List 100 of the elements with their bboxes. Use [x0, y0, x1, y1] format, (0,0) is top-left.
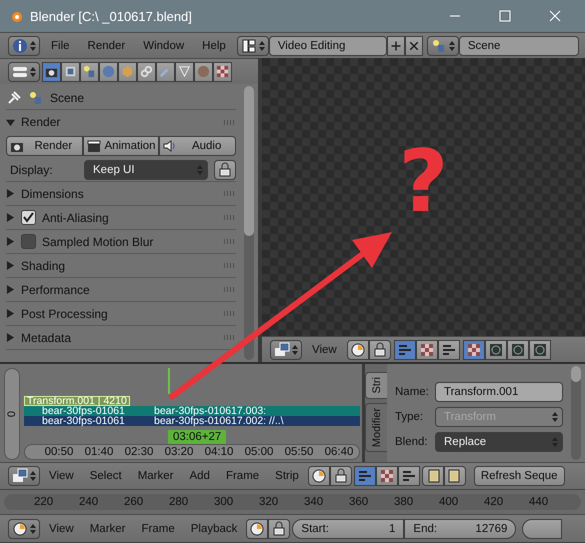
properties-tab[interactable]	[156, 62, 175, 82]
lock-button[interactable]	[214, 160, 236, 180]
properties-tab[interactable]	[175, 62, 194, 82]
movie-strip[interactable]: bear-30fps-01061 bear-30fps-010617.002: //..\	[24, 416, 360, 426]
scene-selector[interactable]	[426, 36, 459, 56]
sidebar-tab[interactable]: Modifier	[365, 402, 387, 452]
collapsed-triangle-icon[interactable]	[6, 285, 15, 294]
movie-strip[interactable]: bear-30fps-01061 bear-30fps-010617.003:	[24, 406, 360, 416]
collapsed-triangle-icon[interactable]	[6, 309, 15, 318]
add-layout-button[interactable]	[386, 36, 405, 56]
time-tick-label: 06:40	[324, 446, 354, 458]
frame-tick-label: 400	[439, 496, 460, 508]
frame-tick-label: 280	[169, 496, 190, 508]
view-mode-button[interactable]	[416, 340, 438, 360]
view-type-button[interactable]	[398, 466, 420, 486]
view-mode-button[interactable]	[438, 340, 460, 360]
scrollbar[interactable]	[571, 366, 581, 460]
menu-item[interactable]: Select	[82, 470, 129, 482]
properties-tab[interactable]	[42, 62, 61, 82]
view-type-button[interactable]	[376, 466, 398, 486]
objects-icon	[430, 38, 447, 54]
sidebar-tab[interactable]: Stri	[365, 372, 387, 398]
time-scrollbar[interactable]: 00:50 01:40 02:30 03:20 04:10 05:00 05:50 06:40	[24, 444, 360, 460]
menu-item[interactable]: Help	[195, 40, 233, 52]
copy-button[interactable]	[422, 466, 444, 486]
collapsed-triangle-icon[interactable]	[6, 213, 15, 222]
lock-button[interactable]	[268, 518, 290, 538]
lock-icon	[217, 162, 233, 178]
properties-tab[interactable]	[61, 62, 80, 82]
properties-tab[interactable]	[194, 62, 213, 82]
overlay-toggle[interactable]	[346, 340, 369, 360]
channel-number: 0	[6, 410, 18, 418]
updown-arrows-icon	[292, 344, 298, 356]
menu-item[interactable]: View	[42, 470, 81, 482]
properties-tab[interactable]	[137, 62, 156, 82]
name-input[interactable]: Transform.001	[435, 382, 563, 402]
refresh-sequencer-button[interactable]: Refresh Seque	[474, 466, 565, 486]
chain-icon	[139, 64, 154, 79]
properties-tab[interactable]	[213, 62, 232, 82]
start-frame-field[interactable]: Start: 1	[292, 518, 404, 538]
channel-scrollbar[interactable]: 0	[4, 368, 20, 460]
menu-item[interactable]: Window	[136, 40, 192, 52]
menu-item[interactable]: View	[305, 344, 344, 356]
collapsed-triangle-icon[interactable]	[6, 189, 15, 198]
dropdown[interactable]: Replace	[435, 432, 563, 452]
editor-type-selector[interactable]	[8, 466, 40, 486]
scrollbar[interactable]	[244, 86, 254, 360]
editor-type-selector[interactable]	[270, 340, 302, 360]
menu-item[interactable]: Add	[182, 470, 217, 482]
menu-item[interactable]: View	[42, 522, 81, 534]
collapsed-triangle-icon[interactable]	[6, 237, 15, 246]
panel-title: Post Processing	[21, 306, 108, 320]
menu-item[interactable]: Frame	[218, 470, 266, 482]
menu-item[interactable]: Marker	[82, 522, 132, 534]
properties-tab[interactable]	[118, 62, 137, 82]
lock-button[interactable]	[330, 466, 352, 486]
field-label: Name:	[395, 386, 429, 398]
frame-scrollbar[interactable]: 220 240 260 280 300 320 340 360 380 400 420 440	[4, 494, 581, 510]
lock-button[interactable]	[368, 340, 391, 360]
menu-item[interactable]: Frame	[134, 522, 182, 534]
menu-item[interactable]: Strip	[268, 470, 306, 482]
checker-icon	[215, 64, 230, 79]
view-type-button[interactable]	[354, 466, 376, 486]
menu-item[interactable]: Marker	[130, 470, 180, 482]
editor-type-selector[interactable]	[8, 36, 40, 56]
checkbox[interactable]	[21, 210, 36, 225]
time-tick-label: 05:50	[284, 446, 314, 458]
delete-layout-button[interactable]	[404, 36, 423, 56]
overlay-toggle[interactable]	[246, 518, 268, 538]
menu-item[interactable]: Render	[80, 40, 132, 52]
display-label: Display:	[9, 162, 54, 176]
view-mode-button[interactable]	[394, 340, 416, 360]
sequencer-editor-icon	[274, 342, 290, 358]
info-icon	[12, 38, 28, 54]
checkbox[interactable]	[21, 234, 36, 249]
overlay-toggle[interactable]	[308, 466, 330, 486]
render-button[interactable]: Animation	[82, 136, 160, 156]
frame-tick-label: 220	[34, 496, 54, 508]
scene-name-field[interactable]: Scene	[458, 36, 579, 56]
collapsed-triangle-icon[interactable]	[6, 333, 15, 342]
layout-selector[interactable]	[236, 36, 269, 56]
frame-field[interactable]	[522, 518, 562, 538]
menu-item[interactable]: File	[44, 40, 77, 52]
end-frame-field[interactable]: End: 12769	[404, 518, 516, 538]
panel-title: Dimensions	[21, 186, 84, 200]
context-label: Scene	[50, 90, 84, 104]
time-tick-label: 04:10	[204, 446, 234, 458]
editor-type-selector[interactable]	[8, 62, 40, 82]
properties-tab[interactable]	[99, 62, 118, 82]
menu-item[interactable]: Playback	[184, 522, 244, 534]
expanded-triangle-icon[interactable]	[6, 118, 15, 126]
render-button[interactable]: Render	[6, 136, 83, 156]
paste-button[interactable]	[444, 466, 466, 486]
editor-type-selector[interactable]	[8, 518, 40, 538]
frame-tick-label: 340	[304, 496, 324, 508]
collapsed-triangle-icon[interactable]	[6, 261, 15, 270]
render-button[interactable]: Audio	[159, 136, 236, 156]
properties-tab[interactable]	[80, 62, 99, 82]
layout-name-field[interactable]: Video Editing	[268, 36, 387, 56]
display-dropdown[interactable]: Keep UI	[84, 160, 208, 180]
